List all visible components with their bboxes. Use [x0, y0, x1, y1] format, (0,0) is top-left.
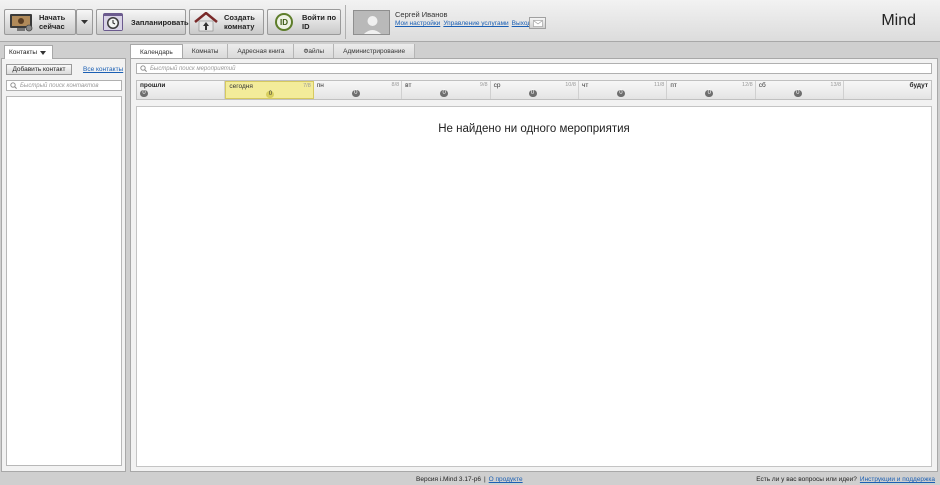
day-future[interactable]: будут — [844, 81, 931, 99]
start-now-menu-button[interactable] — [76, 9, 93, 35]
event-count-badge: 0 — [140, 90, 148, 97]
start-label-line2: сейчас — [39, 22, 65, 31]
schedule-label: Запланировать — [131, 17, 189, 27]
contacts-tab-label: Контакты — [9, 49, 38, 56]
house-icon — [194, 12, 218, 32]
calendar-clock-icon — [103, 13, 123, 31]
day-tue[interactable]: вт 9/8 0 — [402, 81, 491, 99]
footer-separator: | — [483, 476, 486, 483]
create-room-button[interactable]: Создать комнату — [189, 9, 264, 35]
events-list: Не найдено ни одного мероприятия — [136, 106, 932, 467]
support-link[interactable]: Инструкции и поддержка — [860, 476, 935, 483]
id-badge-icon: ID — [275, 13, 293, 31]
day-name: будут — [909, 82, 928, 89]
join-by-id-label: Войти по ID — [302, 13, 337, 31]
user-name: Сергей Иванов — [395, 10, 448, 19]
tab-administration[interactable]: Администрирование — [334, 44, 416, 59]
day-name: ср — [493, 82, 501, 89]
all-contacts-link[interactable]: Все контакты — [83, 66, 123, 73]
search-icon — [10, 82, 17, 89]
day-past[interactable]: прошли 0 — [137, 81, 226, 99]
envelope-icon — [532, 19, 543, 27]
event-count-badge: 0 — [793, 90, 802, 97]
logo: Mind — [881, 12, 916, 29]
day-date: 10/8 — [565, 82, 576, 88]
day-date: 13/8 — [830, 82, 842, 88]
footer: Версия i.Mind 3.17-p6 | О продукте Есть … — [0, 474, 940, 485]
avatar[interactable] — [353, 10, 390, 35]
tab-address-book[interactable]: Адресная книга — [228, 44, 295, 59]
day-name: пт — [670, 82, 677, 89]
contact-search-input[interactable]: Быстрый поиск контактов — [6, 80, 122, 91]
event-count-badge: 0 — [440, 90, 449, 97]
create-room-line1: Создать — [224, 13, 255, 22]
my-settings-link[interactable]: Мои настройки — [395, 20, 440, 27]
start-label-line1: Начать — [39, 13, 66, 22]
manage-services-link[interactable]: Управление услугами — [443, 20, 508, 27]
monitor-camera-icon — [10, 14, 33, 32]
header-divider — [345, 5, 346, 39]
event-count-badge: 0 — [351, 90, 360, 97]
main-tabs: Календарь Комнаты Адресная книга Файлы А… — [130, 44, 416, 59]
event-count-badge: 0 — [528, 90, 537, 97]
event-search-input[interactable]: Быстрый поиск мероприятий — [136, 63, 932, 74]
id-icon-text: ID — [280, 18, 288, 27]
tab-rooms[interactable]: Комнаты — [182, 44, 229, 59]
contact-search-placeholder: Быстрый поиск контактов — [20, 82, 99, 89]
day-wed[interactable]: ср 10/8 0 — [490, 81, 579, 99]
day-date: 12/8 — [742, 82, 753, 88]
schedule-button[interactable]: Запланировать — [96, 9, 189, 35]
create-room-line2: комнату — [224, 22, 255, 31]
contacts-panel: Контакты Добавить контакт Все контакты Б… — [0, 42, 127, 474]
event-search-placeholder: Быстрый поиск мероприятий — [150, 65, 236, 72]
add-contact-button[interactable]: Добавить контакт — [6, 64, 72, 75]
day-name: пн — [316, 82, 324, 89]
day-name: чт — [581, 82, 589, 89]
messages-button[interactable] — [529, 17, 546, 29]
tab-files[interactable]: Файлы — [294, 44, 335, 59]
day-date: 11/8 — [654, 82, 665, 88]
dropdown-arrow-icon — [40, 50, 47, 55]
version-text: Версия i.Mind 3.17-p6 — [416, 476, 481, 483]
contacts-panel-body: Добавить контакт Все контакты Быстрый по… — [1, 58, 126, 472]
search-icon — [140, 65, 147, 72]
day-date: 9/8 — [479, 82, 488, 88]
contact-list[interactable] — [6, 96, 122, 466]
day-sat[interactable]: сб 13/8 0 — [755, 81, 845, 99]
day-name: прошли — [140, 82, 166, 89]
day-name: вт — [405, 82, 412, 89]
user-links: Мои настройки Управление услугами Выход — [395, 20, 531, 27]
event-count-badge: 0 — [616, 90, 625, 97]
day-thu[interactable]: чт 11/8 0 — [578, 81, 668, 99]
day-name: сегодня — [229, 83, 253, 90]
day-name: сб — [758, 82, 766, 89]
event-count-badge: 0 — [266, 91, 275, 98]
day-mon[interactable]: пн 8/8 0 — [313, 81, 403, 99]
chevron-down-icon — [81, 19, 88, 24]
question-text: Есть ли у вас вопросы или идеи? — [756, 476, 857, 483]
day-strip: прошли 0 сегодня 7/8 0 пн 8/8 0 вт 9/8 0… — [136, 80, 932, 100]
tab-calendar[interactable]: Календарь — [130, 44, 183, 59]
about-link[interactable]: О продукте — [489, 476, 523, 483]
calendar-body: Быстрый поиск мероприятий прошли 0 сегод… — [130, 58, 938, 472]
start-now-button[interactable]: Начать сейчас — [4, 9, 76, 35]
day-date: 7/8 — [303, 83, 311, 89]
header: Начать сейчас Запланировать Создать комнат… — [0, 0, 940, 42]
event-count-badge: 0 — [705, 90, 714, 97]
day-date: 8/8 — [391, 82, 400, 88]
join-by-id-button[interactable]: ID Войти по ID — [267, 9, 341, 35]
day-today[interactable]: сегодня 7/8 0 — [225, 81, 314, 99]
user-silhouette-icon — [363, 16, 382, 34]
day-fri[interactable]: пт 12/8 0 — [667, 81, 756, 99]
contacts-tab[interactable]: Контакты — [4, 45, 53, 59]
main-panel: Календарь Комнаты Адресная книга Файлы А… — [130, 42, 938, 474]
empty-state-message: Не найдено ни одного мероприятия — [438, 123, 630, 135]
